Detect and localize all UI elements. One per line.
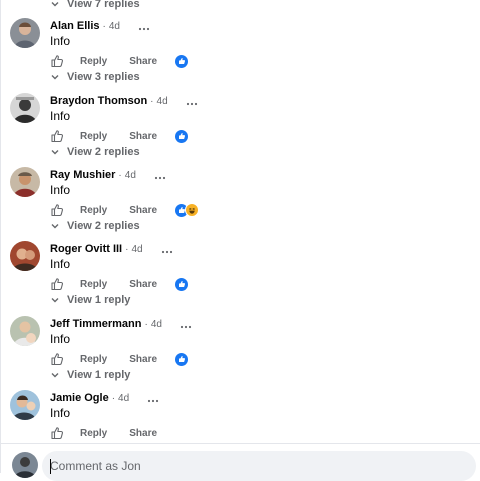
share-button[interactable]: Share [129, 205, 157, 216]
thumbs-up-icon[interactable] [50, 277, 64, 291]
view-replies-button[interactable]: View 1 reply [50, 366, 130, 384]
avatar[interactable] [10, 18, 40, 48]
share-button[interactable]: Share [129, 279, 157, 290]
meta-separator: · [111, 392, 116, 404]
more-options-icon[interactable] [160, 244, 174, 254]
share-button[interactable]: Share [129, 56, 157, 67]
meta-separator: · [150, 95, 154, 107]
comment-author[interactable]: Alan Ellis [50, 20, 100, 32]
reply-button[interactable]: Reply [80, 205, 107, 216]
more-options-icon[interactable] [137, 21, 151, 31]
comment-text: Info [50, 406, 71, 420]
comment-author[interactable]: Jamie Ogle [50, 392, 109, 404]
more-options-icon[interactable] [146, 393, 160, 403]
comment-author[interactable]: Ray Mushier [50, 169, 115, 181]
comment-text: Info [50, 109, 71, 123]
comment-author[interactable]: Roger Ovitt III [50, 243, 122, 255]
share-button[interactable]: Share [129, 428, 157, 439]
comment-author[interactable]: Jeff Timmermann [50, 318, 142, 330]
comment-text: Info [50, 183, 71, 197]
view-replies-button[interactable]: View 2 replies [50, 143, 140, 161]
comment-timestamp[interactable]: 4d [151, 319, 162, 330]
comment-input[interactable] [42, 451, 476, 481]
reaction-summary[interactable] [175, 54, 189, 68]
thumbs-up-icon[interactable] [50, 426, 64, 440]
meta-separator: · [144, 318, 148, 330]
chevron-down-icon [51, 373, 59, 378]
thumbs-up-icon[interactable] [50, 129, 64, 143]
view-replies-label: View 2 replies [67, 220, 140, 232]
view-replies-button[interactable]: View 3 replies [50, 68, 140, 86]
chevron-down-icon [51, 2, 59, 7]
thumbs-up-icon[interactable] [50, 203, 64, 217]
avatar[interactable] [10, 390, 40, 420]
composer-divider [1, 443, 480, 444]
reply-button[interactable]: Reply [80, 131, 107, 142]
meta-separator: · [118, 169, 122, 181]
share-button[interactable]: Share [129, 131, 157, 142]
reply-button[interactable]: Reply [80, 56, 107, 67]
comment-timestamp[interactable]: 4d [118, 393, 129, 404]
view-replies-label: View 2 replies [67, 146, 140, 158]
chevron-down-icon [51, 224, 59, 229]
reaction-summary[interactable] [175, 352, 189, 366]
thumbs-up-icon[interactable] [50, 352, 64, 366]
meta-separator: · [102, 20, 106, 32]
reaction-summary[interactable] [175, 277, 189, 291]
avatar[interactable] [10, 93, 40, 123]
comment-timestamp[interactable]: 4d [157, 96, 168, 107]
reply-button[interactable]: Reply [80, 279, 107, 290]
like-reaction-icon [175, 277, 189, 291]
current-user-avatar[interactable] [12, 452, 38, 478]
more-options-icon[interactable] [179, 319, 193, 329]
more-options-icon[interactable] [153, 170, 167, 180]
view-replies-button[interactable]: View 1 reply [50, 291, 130, 309]
avatar[interactable] [10, 167, 40, 197]
comment-timestamp[interactable]: 4d [131, 244, 142, 255]
meta-separator: · [125, 243, 129, 255]
comment-author[interactable]: Braydon Thomson [50, 95, 147, 107]
view-replies-label: View 7 replies [67, 0, 140, 10]
reply-button[interactable]: Reply [80, 428, 107, 439]
haha-reaction-icon [185, 203, 200, 217]
comment-timestamp[interactable]: 4d [125, 170, 136, 181]
thumbs-up-icon[interactable] [50, 54, 64, 68]
like-reaction-icon [175, 129, 189, 143]
reaction-summary[interactable] [175, 203, 200, 217]
share-button[interactable]: Share [129, 354, 157, 365]
chevron-down-icon [51, 75, 59, 80]
comment-text: Info [50, 332, 71, 346]
like-reaction-icon [175, 54, 189, 68]
avatar[interactable] [10, 241, 40, 271]
reaction-summary[interactable] [175, 129, 189, 143]
avatar[interactable] [10, 316, 40, 346]
like-reaction-icon [175, 352, 189, 366]
view-replies-label: View 1 reply [67, 294, 131, 306]
view-replies-button[interactable]: View 2 replies [50, 217, 140, 235]
reply-button[interactable]: Reply [80, 354, 107, 365]
chevron-down-icon [51, 150, 59, 155]
more-options-icon[interactable] [185, 96, 199, 106]
text-cursor [50, 459, 51, 474]
view-replies-button[interactable]: View 7 replies [50, 0, 140, 13]
comment-text: Info [50, 34, 71, 48]
comment-text: Info [50, 257, 71, 271]
comment-timestamp[interactable]: 4d [109, 21, 120, 32]
view-replies-label: View 1 reply [67, 369, 131, 381]
view-replies-label: View 3 replies [67, 71, 140, 83]
chevron-down-icon [51, 298, 59, 303]
